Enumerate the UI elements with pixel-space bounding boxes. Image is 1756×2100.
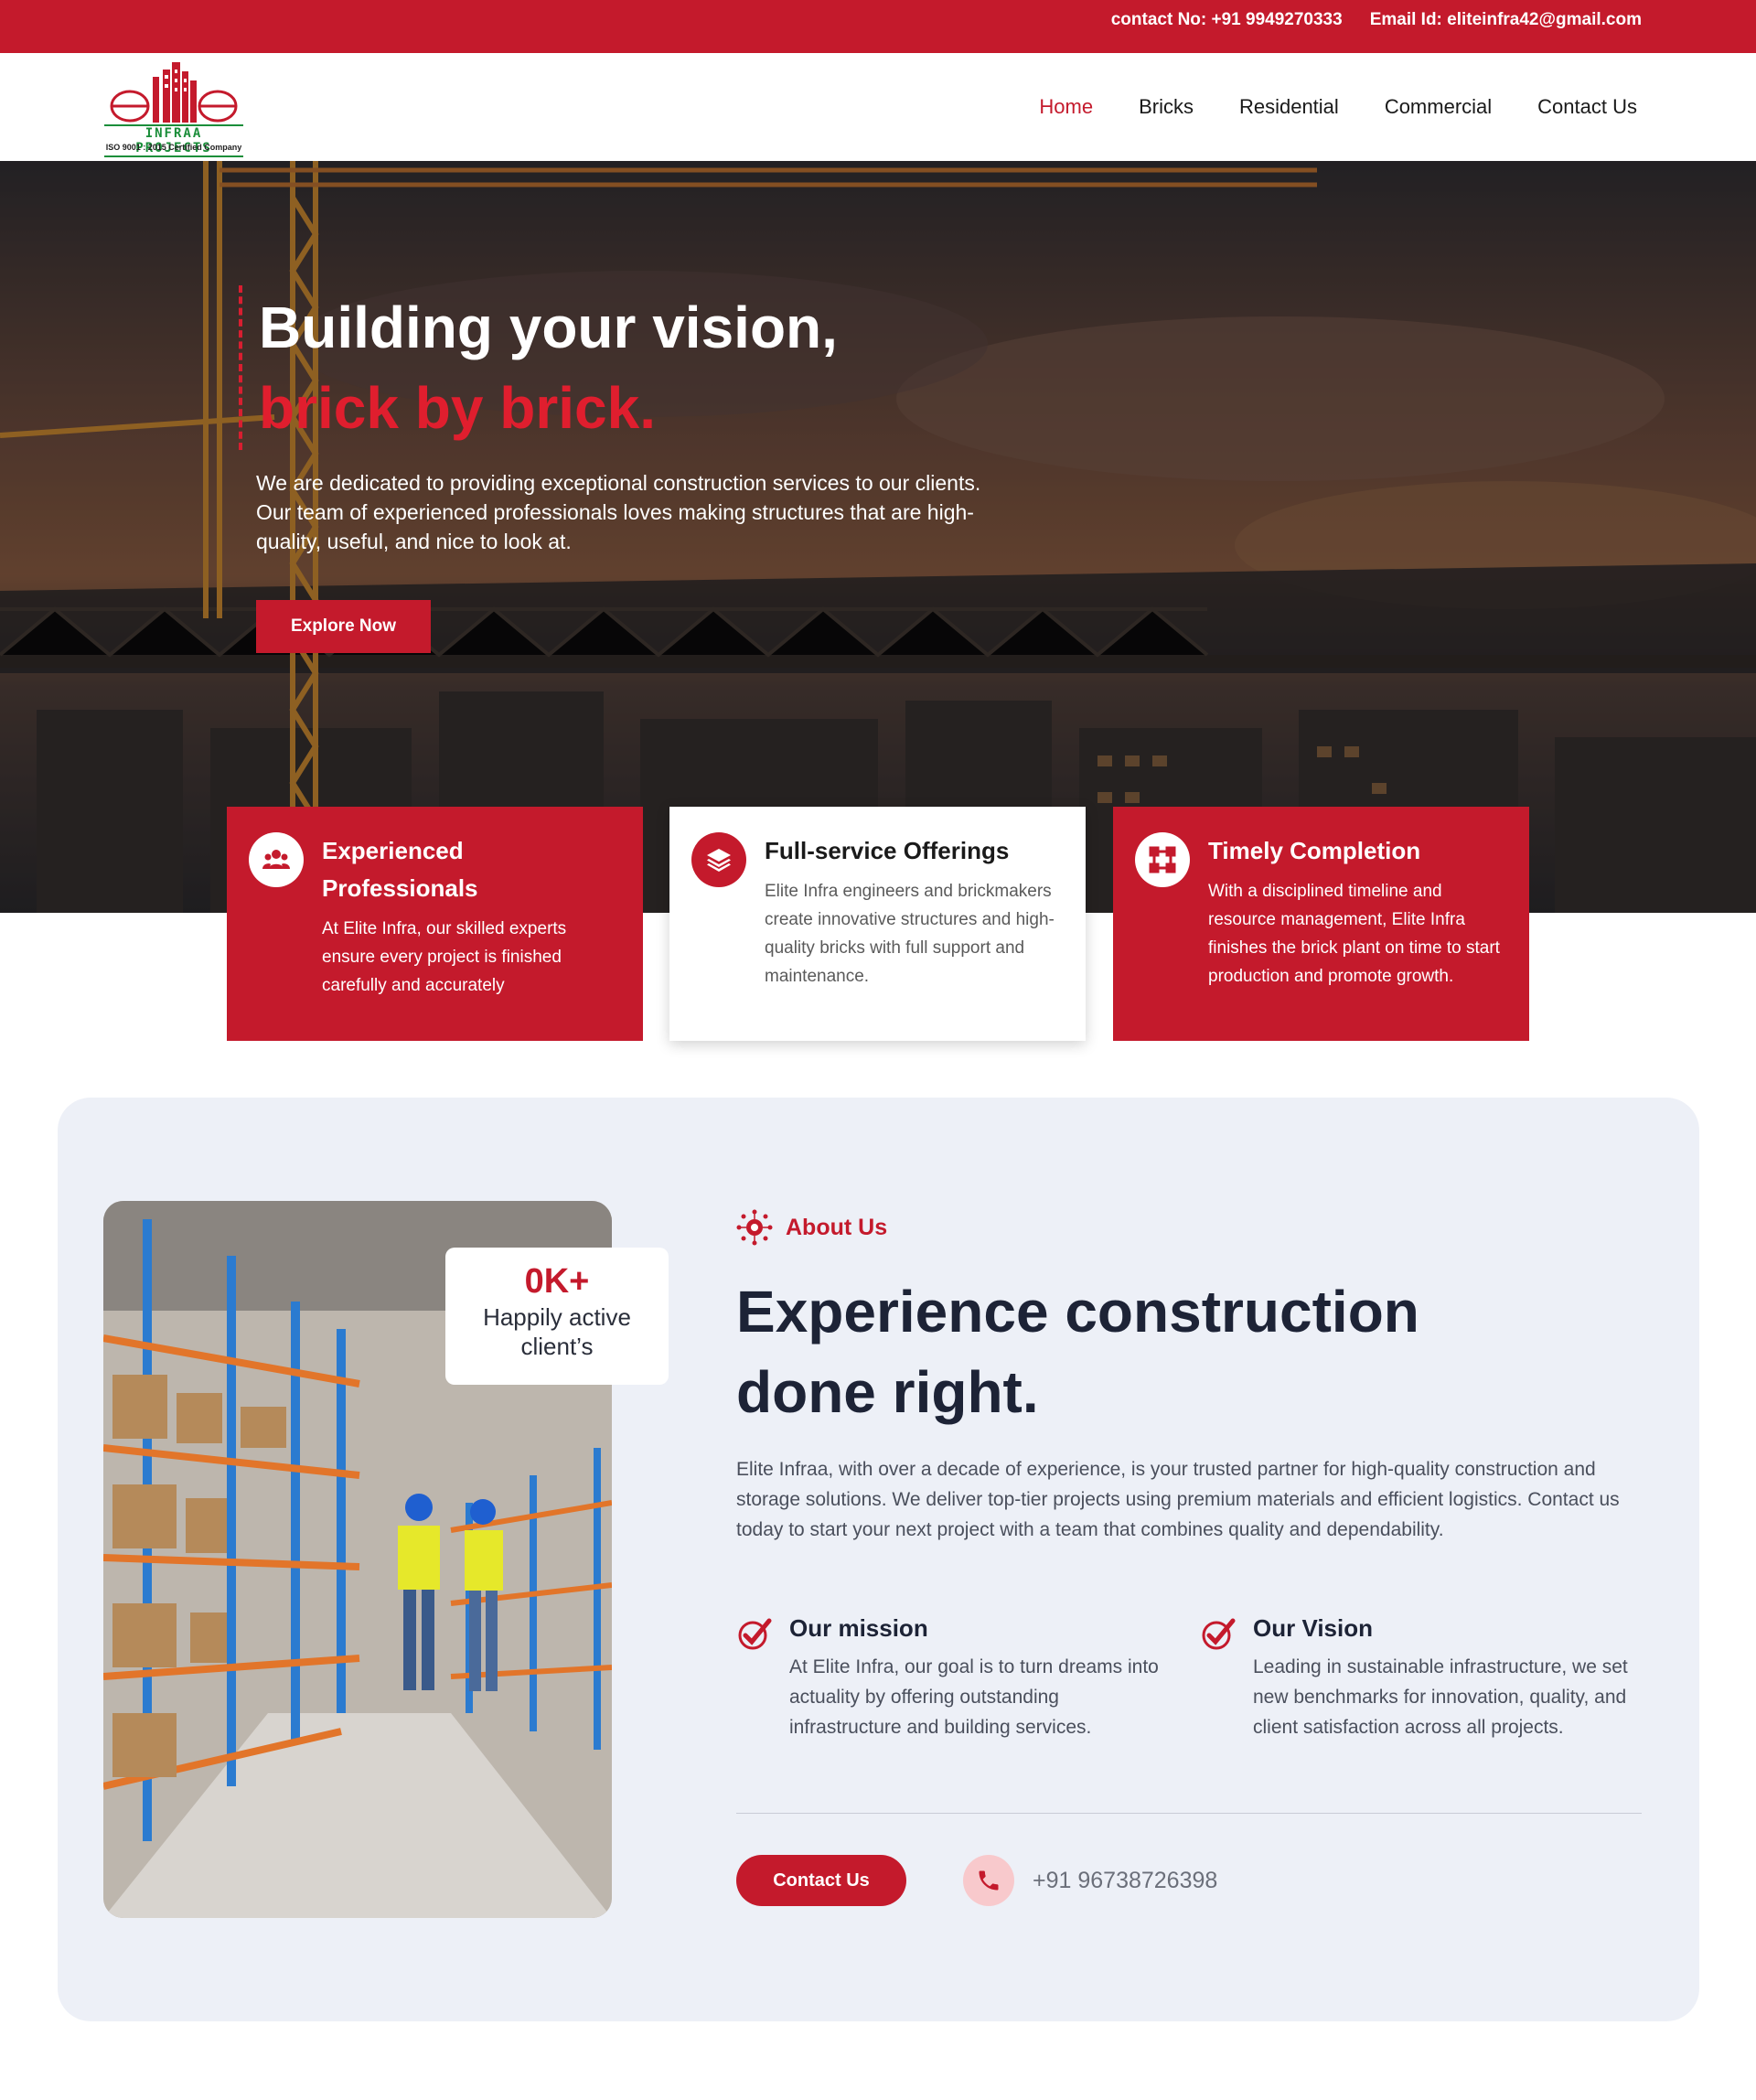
logo-subtitle: INFRAA PROJECTS <box>104 124 243 157</box>
layers-icon <box>691 832 746 887</box>
top-contact-bar: contact No: +91 9949270333 Email Id: eli… <box>0 0 1756 53</box>
main-nav: Home Bricks Residential Commercial Conta… <box>1039 53 1637 161</box>
explore-now-button[interactable]: Explore Now <box>256 600 431 653</box>
feature-card-full-service: Full-service Offerings Elite Infra engin… <box>669 807 1086 1041</box>
site-header: INFRAA PROJECTS ISO 9001 : 2015 Certifie… <box>0 53 1756 161</box>
feature-title: Experienced Professionals <box>322 837 478 902</box>
about-section: 0K+ Happily active client’s About Us Exp… <box>58 1098 1699 2021</box>
vision-block: Our Vision Leading in sustainable infras… <box>1200 1612 1639 1742</box>
nav-contact-us[interactable]: Contact Us <box>1537 95 1637 119</box>
hero-accent-line <box>239 285 242 450</box>
mission-block: Our mission At Elite Infra, our goal is … <box>736 1612 1175 1742</box>
about-tag: About Us <box>736 1209 887 1246</box>
feature-cards: Experienced Professionals At Elite Infra… <box>227 807 1529 1041</box>
logo-mark <box>110 62 238 123</box>
feature-title: Timely Completion <box>1208 837 1421 864</box>
logo-certification: ISO 9001 : 2015 Certified Company <box>105 143 242 152</box>
hero-title-line2: brick by brick. <box>259 375 656 441</box>
nav-residential[interactable]: Residential <box>1239 95 1339 119</box>
clients-stat-label: Happily active client’s <box>483 1303 631 1360</box>
clients-stat-number: 0K+ <box>524 1262 590 1301</box>
contact-number[interactable]: contact No: +91 9949270333 <box>1111 10 1343 30</box>
phone-icon <box>963 1855 1014 1906</box>
about-heading-line1: Experience construction <box>736 1279 1419 1345</box>
nav-home[interactable]: Home <box>1039 95 1093 119</box>
clients-stat-card: 0K+ Happily active client’s <box>445 1248 669 1385</box>
nav-commercial[interactable]: Commercial <box>1385 95 1492 119</box>
check-icon <box>738 1618 772 1650</box>
check-icon <box>1202 1618 1236 1650</box>
about-tag-label: About Us <box>786 1214 888 1240</box>
feature-title: Full-service Offerings <box>765 837 1010 864</box>
nav-bricks[interactable]: Bricks <box>1139 95 1194 119</box>
about-heading-line2: done right. <box>736 1359 1039 1425</box>
mission-text: At Elite Infra, our goal is to turn drea… <box>789 1656 1159 1738</box>
about-divider <box>736 1813 1642 1814</box>
hero-title-line1: Building your vision, <box>259 295 838 360</box>
vision-text: Leading in sustainable infrastructure, w… <box>1253 1656 1628 1738</box>
phone-number[interactable]: +91 96738726398 <box>1033 1855 1217 1906</box>
feature-card-experienced: Experienced Professionals At Elite Infra… <box>227 807 643 1041</box>
team-icon <box>249 832 304 887</box>
frame-icon <box>1135 832 1190 887</box>
feature-text: With a disciplined timeline and resource… <box>1208 882 1500 986</box>
feature-text: At Elite Infra, our skilled experts ensu… <box>322 919 567 995</box>
site-logo[interactable]: INFRAA PROJECTS ISO 9001 : 2015 Certifie… <box>102 62 245 157</box>
about-heading: Experience construction done right. <box>736 1271 1559 1432</box>
hero-title: Building your vision, brick by brick. <box>259 287 1082 448</box>
contact-us-button[interactable]: Contact Us <box>736 1855 906 1906</box>
feature-text: Elite Infra engineers and brickmakers cr… <box>765 882 1055 986</box>
mission-title: Our mission <box>789 1614 928 1642</box>
network-icon <box>736 1209 773 1246</box>
contact-email[interactable]: Email Id: eliteinfra42@gmail.com <box>1370 10 1642 30</box>
vision-title: Our Vision <box>1253 1614 1373 1642</box>
top-contact-info: contact No: +91 9949270333 Email Id: eli… <box>1111 0 1642 40</box>
about-description: Elite Infraa, with over a decade of expe… <box>736 1459 1620 1540</box>
hero-section: Building your vision, brick by brick. We… <box>0 161 1756 913</box>
hero-lead: We are dedicated to providing exceptiona… <box>256 471 981 553</box>
feature-card-timely: Timely Completion With a disciplined tim… <box>1113 807 1529 1041</box>
